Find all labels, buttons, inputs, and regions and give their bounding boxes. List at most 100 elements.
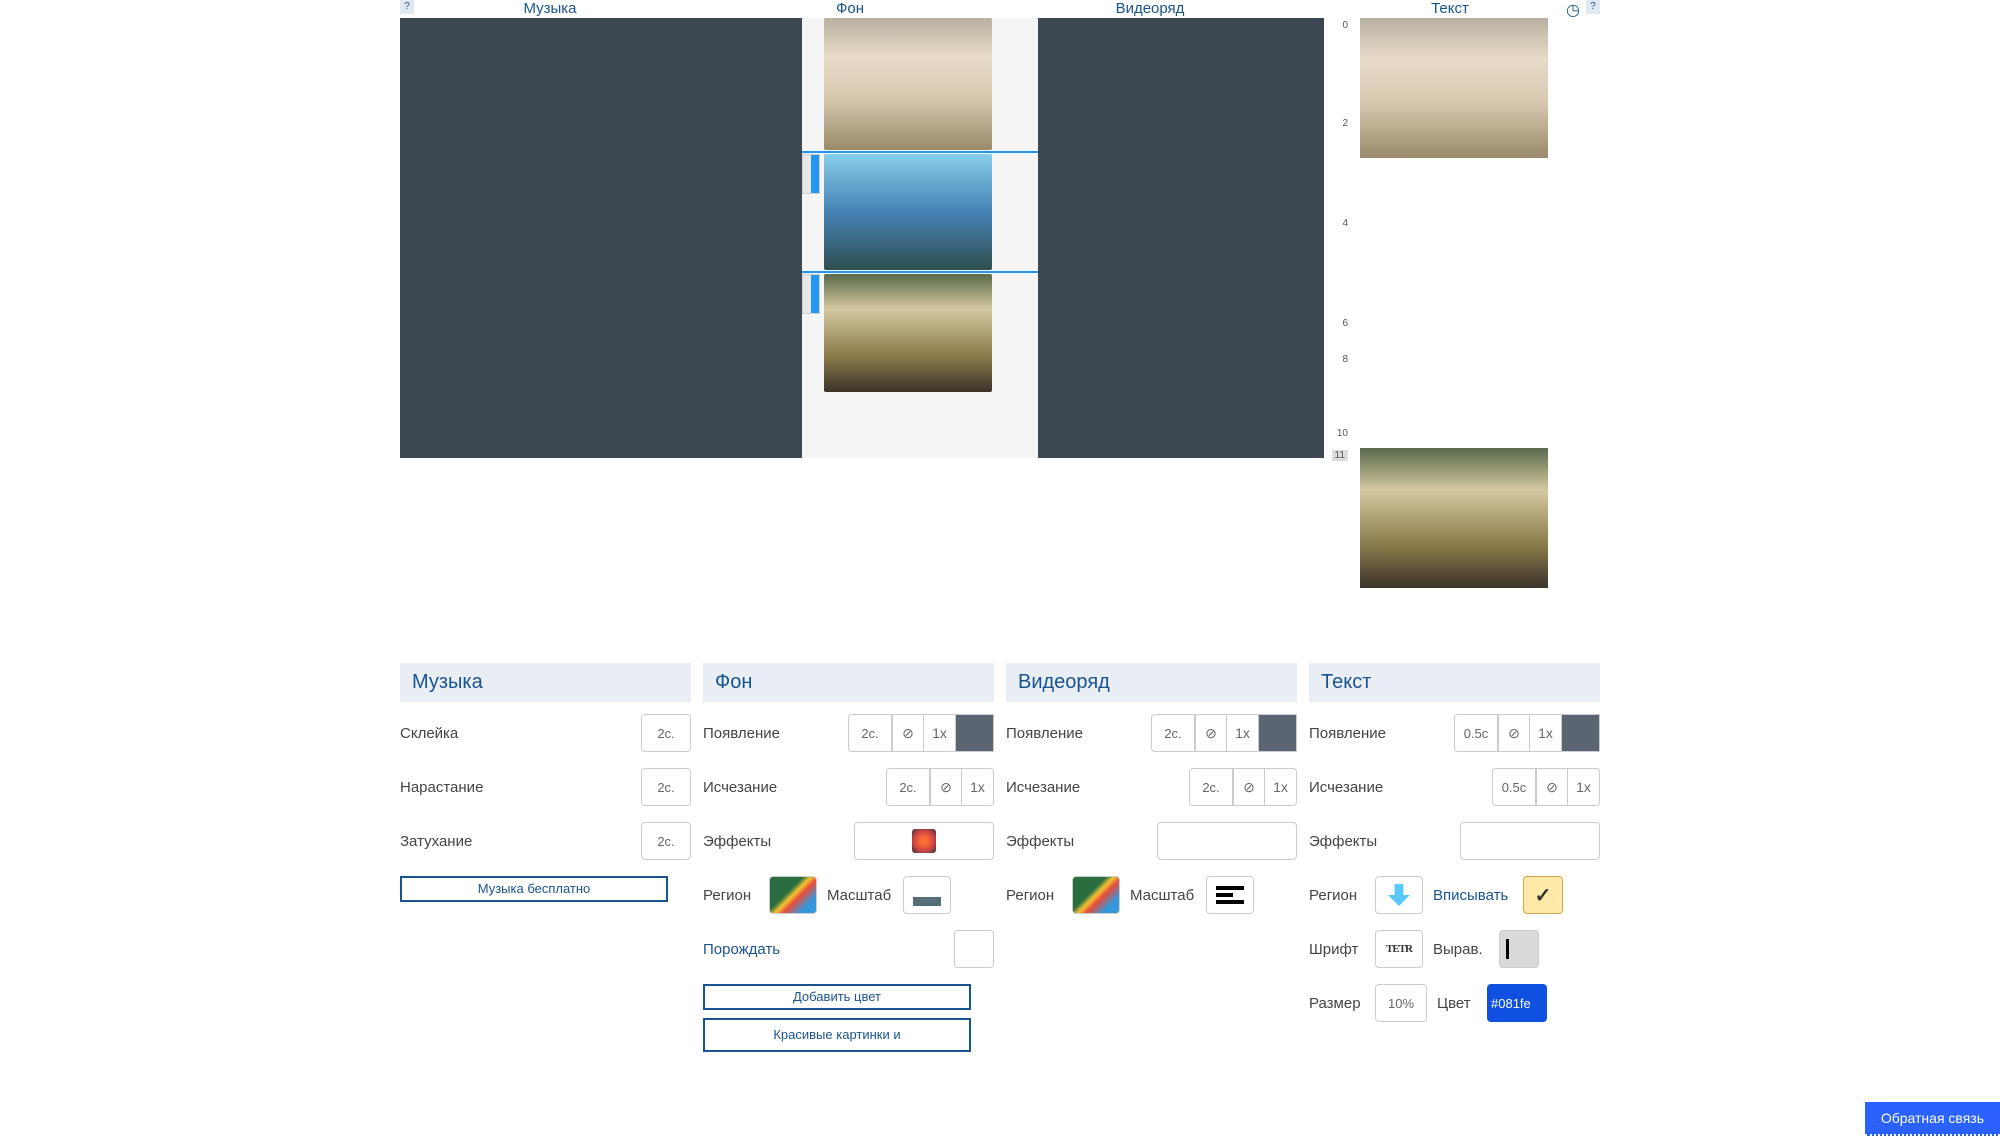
clip-divider: [802, 271, 1038, 273]
ruler-tick: 8: [1342, 354, 1348, 365]
label-fade: Затухание: [400, 833, 641, 850]
text-appear-none-button[interactable]: ⊘: [1498, 714, 1530, 752]
row-bg-region: Регион Масштаб: [703, 876, 994, 914]
label-bg-disappear: Исчезание: [703, 779, 886, 796]
label-rise: Нарастание: [400, 779, 641, 796]
text-fit-link[interactable]: Вписывать: [1433, 887, 1523, 904]
bg-scale-picker[interactable]: [903, 876, 951, 914]
input-video-appear-dur[interactable]: [1151, 714, 1195, 752]
video-disappear-none-button[interactable]: ⊘: [1233, 768, 1265, 806]
bg-spawn-link[interactable]: Порождать: [703, 941, 954, 958]
bg-disappear-none-button[interactable]: ⊘: [930, 768, 962, 806]
text-color-picker[interactable]: #081fe: [1487, 984, 1547, 1022]
bg-effects-picker[interactable]: [854, 822, 994, 860]
free-music-button[interactable]: Музыка бесплатно: [400, 876, 668, 902]
tab-text[interactable]: Текст: [1300, 0, 1600, 17]
label-bg-effects: Эффекты: [703, 833, 854, 850]
label-text-appear: Появление: [1309, 725, 1454, 742]
label-text-disappear: Исчезание: [1309, 779, 1492, 796]
tab-video[interactable]: Видеоряд: [1000, 0, 1300, 17]
video-region-picker[interactable]: [1072, 876, 1120, 914]
nice-pics-button[interactable]: Красивые картинки и: [703, 1018, 971, 1052]
text-fit-checkbox[interactable]: ✓: [1523, 876, 1563, 914]
bg-appear-none-button[interactable]: ⊘: [892, 714, 924, 752]
bg-region-picker[interactable]: [769, 876, 817, 914]
bars-icon: [1216, 886, 1244, 904]
label-text-align: Вырав.: [1433, 941, 1499, 958]
row-fade: Затухание: [400, 822, 691, 860]
editor-area: 0 2 4 6 8 10 11: [400, 18, 1600, 458]
top-tabs: ? Музыка Фон Видеоряд Текст ◷ ?: [400, 0, 1600, 18]
label-video-effects: Эффекты: [1006, 833, 1157, 850]
video-appear-swatch[interactable]: [1259, 714, 1297, 752]
clip-handle[interactable]: [802, 154, 820, 194]
panel-bg-header: Фон: [703, 663, 994, 702]
panel-video-header: Видеоряд: [1006, 663, 1297, 702]
label-splice: Склейка: [400, 725, 641, 742]
timeline-column: [802, 18, 1038, 458]
tab-bg[interactable]: Фон: [700, 0, 1000, 17]
input-bg-appear-dur[interactable]: [848, 714, 892, 752]
text-effects-picker[interactable]: [1460, 822, 1600, 860]
video-scale-picker[interactable]: [1206, 876, 1254, 914]
input-video-disappear-dur[interactable]: [1189, 768, 1233, 806]
bg-disappear-mult-button[interactable]: 1x: [962, 768, 994, 806]
video-effects-picker[interactable]: [1157, 822, 1297, 860]
text-region-picker[interactable]: [1375, 876, 1423, 914]
panel-music-header: Музыка: [400, 663, 691, 702]
add-color-button[interactable]: Добавить цвет: [703, 984, 971, 1010]
text-disappear-none-button[interactable]: ⊘: [1536, 768, 1568, 806]
video-disappear-mult-button[interactable]: 1x: [1265, 768, 1297, 806]
row-bg-spawn: Порождать: [703, 930, 994, 968]
row-text-size: Размер Цвет #081fe: [1309, 984, 1600, 1022]
bg-spawn-checkbox[interactable]: [954, 930, 994, 968]
row-bg-effects: Эффекты: [703, 822, 994, 860]
video-appear-mult-button[interactable]: 1x: [1227, 714, 1259, 752]
panel-bg: Фон Появление ⊘ 1x Исчезание ⊘: [703, 663, 994, 1064]
timeline-clip-1[interactable]: [824, 18, 992, 150]
preview-thumb-1[interactable]: [1360, 18, 1548, 158]
row-rise: Нарастание: [400, 768, 691, 806]
label-text-size: Размер: [1309, 995, 1375, 1012]
ruler-tick: 4: [1342, 218, 1348, 229]
input-text-disappear-dur[interactable]: [1492, 768, 1536, 806]
text-appear-mult-button[interactable]: 1x: [1530, 714, 1562, 752]
preview-thumb-2[interactable]: [1360, 448, 1548, 588]
timeline-clip-3[interactable]: [824, 274, 992, 392]
tab-music[interactable]: Музыка: [400, 0, 700, 17]
label-text-font: Шрифт: [1309, 941, 1375, 958]
editor-canvas[interactable]: [400, 18, 1324, 458]
input-text-appear-dur[interactable]: [1454, 714, 1498, 752]
help-right-button[interactable]: ?: [1586, 0, 1600, 14]
help-left-button[interactable]: ?: [400, 0, 414, 14]
label-text-region: Регион: [1309, 887, 1375, 904]
effect-icon: [912, 829, 936, 853]
row-text-appear: Появление ⊘ 1x: [1309, 714, 1600, 752]
row-text-region: Регион Вписывать ✓: [1309, 876, 1600, 914]
input-fade[interactable]: [641, 822, 691, 860]
clock-icon[interactable]: ◷: [1566, 0, 1580, 20]
timeline-clip-2[interactable]: [824, 154, 992, 270]
row-video-disappear: Исчезание ⊘ 1x: [1006, 768, 1297, 806]
input-text-size[interactable]: [1375, 984, 1427, 1022]
input-bg-disappear-dur[interactable]: [886, 768, 930, 806]
input-rise[interactable]: [641, 768, 691, 806]
text-appear-swatch[interactable]: [1562, 714, 1600, 752]
row-bg-appear: Появление ⊘ 1x: [703, 714, 994, 752]
bg-appear-swatch[interactable]: [956, 714, 994, 752]
row-video-appear: Появление ⊘ 1x: [1006, 714, 1297, 752]
input-splice[interactable]: [641, 714, 691, 752]
feedback-button[interactable]: Обратная связь: [1865, 1102, 2000, 1136]
text-font-picker[interactable]: TETR: [1375, 930, 1423, 968]
text-align-picker[interactable]: [1499, 930, 1539, 968]
panel-video: Видеоряд Появление ⊘ 1x Исчезание ⊘: [1006, 663, 1297, 1064]
ruler-tick: 10: [1337, 428, 1348, 439]
label-text-color: Цвет: [1437, 995, 1487, 1012]
video-appear-none-button[interactable]: ⊘: [1195, 714, 1227, 752]
row-bg-disappear: Исчезание ⊘ 1x: [703, 768, 994, 806]
text-disappear-mult-button[interactable]: 1x: [1568, 768, 1600, 806]
clip-handle[interactable]: [802, 274, 820, 314]
bg-appear-mult-button[interactable]: 1x: [924, 714, 956, 752]
align-left-icon: [1506, 939, 1509, 959]
preview-column: [1360, 18, 1600, 458]
